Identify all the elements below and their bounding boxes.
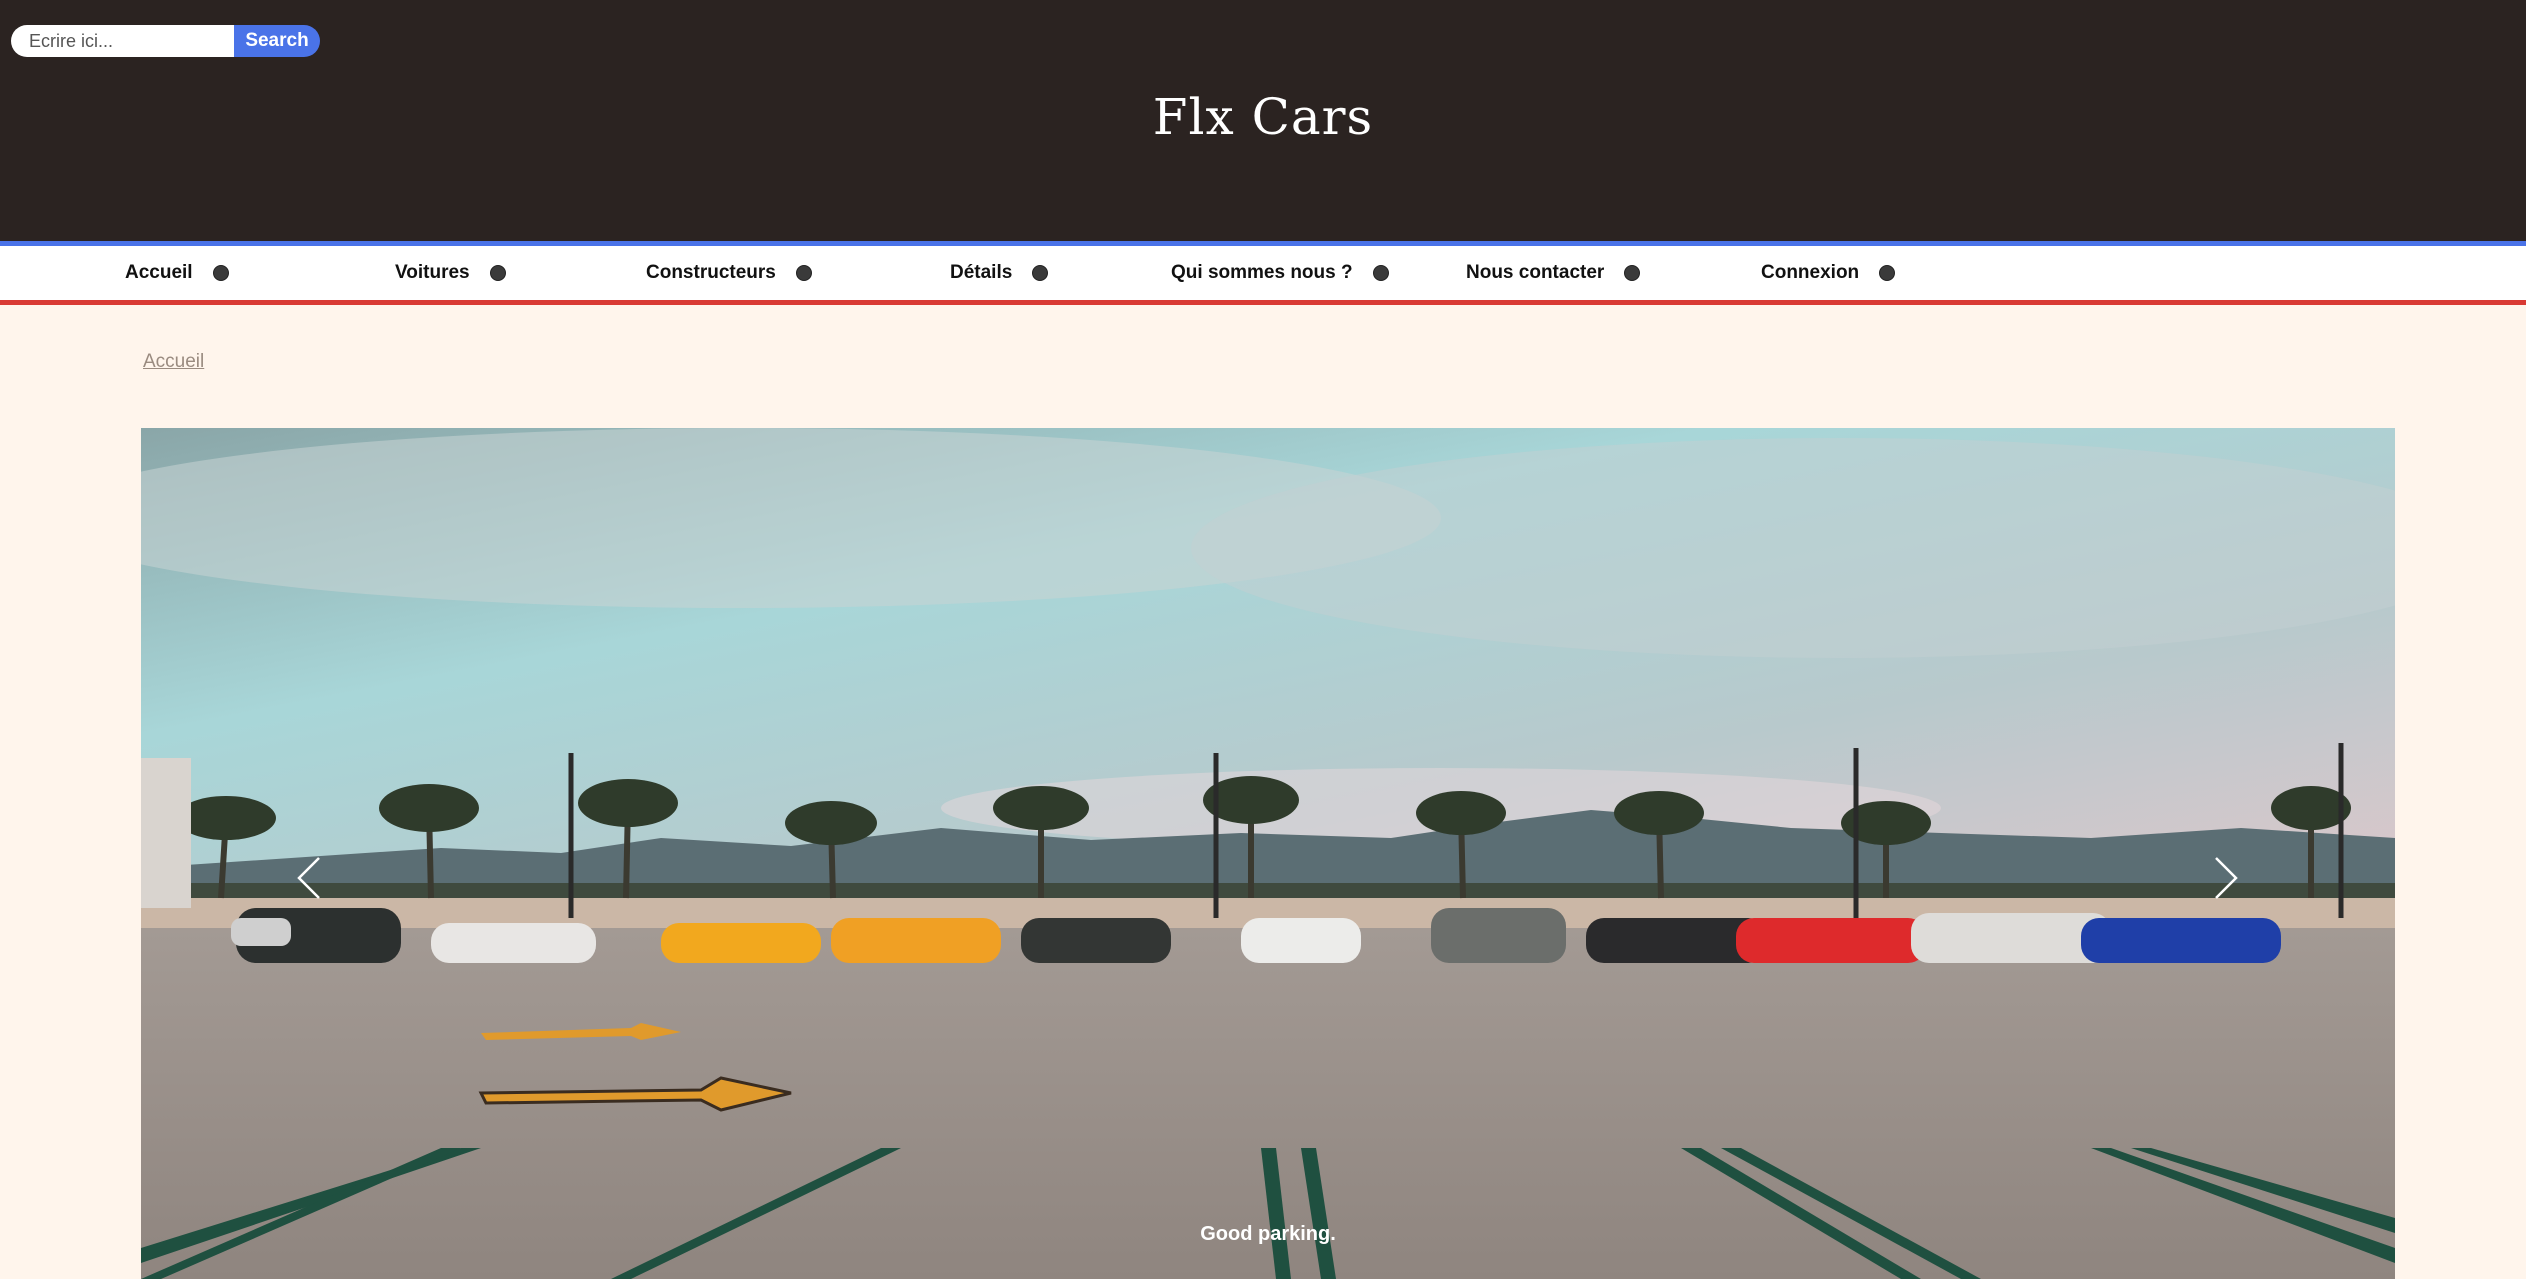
nav-item-constructeurs[interactable]: Constructeurs bbox=[646, 246, 812, 300]
nav-item-label: Qui sommes nous ? bbox=[1171, 262, 1353, 283]
carousel-image bbox=[141, 428, 2395, 1279]
nav-dot-icon bbox=[1372, 265, 1389, 281]
site-title: Flx Cars bbox=[1152, 88, 1374, 146]
nav-item-label: Constructeurs bbox=[646, 262, 776, 283]
chevron-left-icon bbox=[297, 857, 320, 899]
search-button[interactable]: Search bbox=[234, 25, 320, 57]
search-form: Search bbox=[11, 25, 320, 57]
search-input[interactable] bbox=[11, 25, 234, 57]
nav-item-voitures[interactable]: Voitures bbox=[395, 246, 506, 300]
site-header: Search Flx Cars bbox=[0, 0, 2526, 241]
image-carousel: Good parking. bbox=[141, 428, 2395, 1279]
nav-item-label: Connexion bbox=[1761, 262, 1860, 283]
nav-dot-icon bbox=[1624, 265, 1641, 281]
nav-item-details[interactable]: Détails bbox=[950, 246, 1049, 300]
nav-dot-icon bbox=[1879, 265, 1896, 281]
carousel-prev-button[interactable] bbox=[279, 838, 339, 918]
nav-item-label: Nous contacter bbox=[1466, 262, 1605, 283]
nav-dot-icon bbox=[1032, 265, 1049, 281]
carousel-next-button[interactable] bbox=[2196, 838, 2256, 918]
nav-item-label: Détails bbox=[950, 262, 1013, 283]
breadcrumb-home-link[interactable]: Accueil bbox=[143, 351, 204, 373]
nav-item-connexion[interactable]: Connexion bbox=[1761, 246, 1896, 300]
nav-dot-icon bbox=[795, 265, 812, 281]
chevron-right-icon bbox=[2215, 857, 2238, 899]
nav-item-label: Voitures bbox=[395, 262, 470, 283]
nav-item-label: Accueil bbox=[125, 262, 193, 283]
nav-dot-icon bbox=[489, 265, 506, 281]
carousel-caption: Good parking. bbox=[1200, 1223, 1336, 1245]
main-nav: Accueil Voitures Constructeurs Détails Q… bbox=[0, 241, 2526, 305]
nav-item-accueil[interactable]: Accueil bbox=[125, 246, 229, 300]
nav-dot-icon bbox=[212, 265, 229, 281]
nav-item-nous-contacter[interactable]: Nous contacter bbox=[1466, 246, 1641, 300]
nav-item-qui-sommes-nous[interactable]: Qui sommes nous ? bbox=[1171, 246, 1389, 300]
